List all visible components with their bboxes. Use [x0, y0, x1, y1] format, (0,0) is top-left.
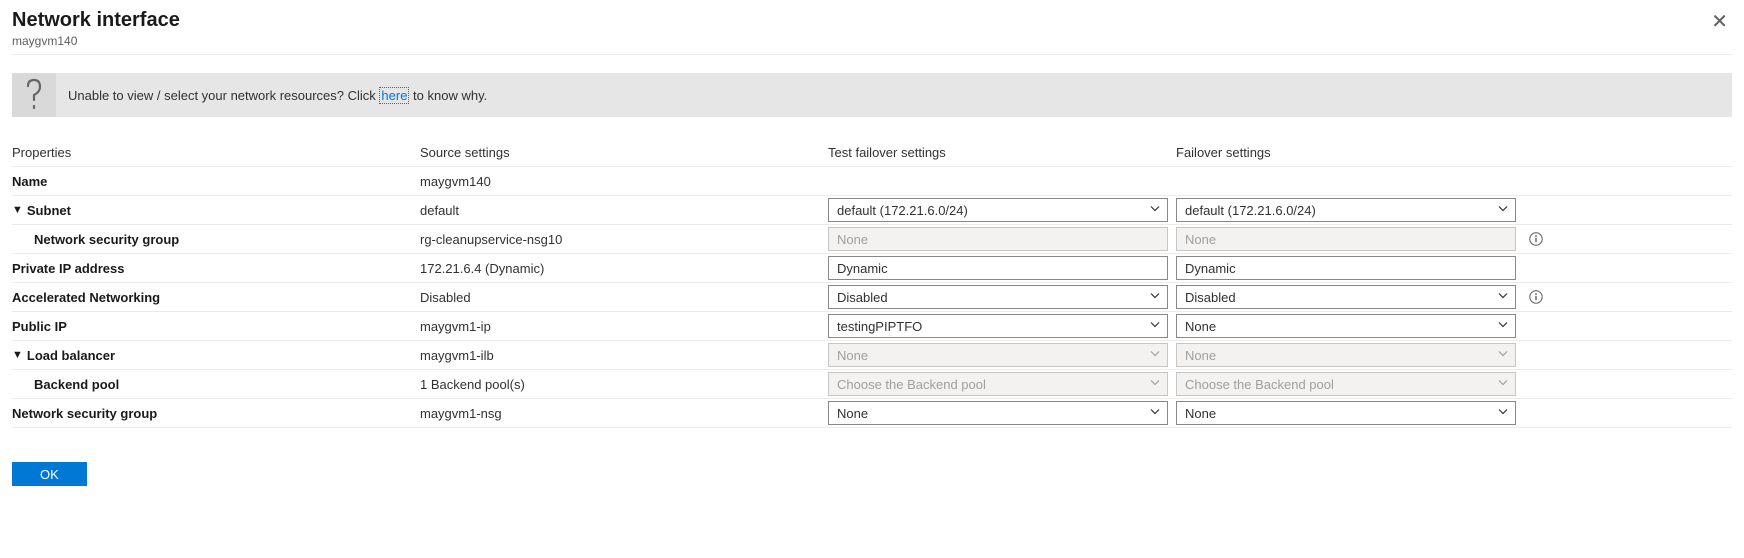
column-headers: Properties Source settings Test failover…	[12, 139, 1732, 166]
tfo-accel-select[interactable]: Disabled	[828, 285, 1168, 309]
fo-subnet-select[interactable]: default (172.21.6.0/24)	[1176, 198, 1516, 222]
row-name: Name maygvm140	[12, 166, 1732, 195]
row-backend-pool: Backend pool 1 Backend pool(s) Choose th…	[12, 369, 1732, 398]
info-icon[interactable]	[1524, 290, 1548, 304]
chevron-down-icon	[1497, 406, 1509, 421]
label-subnet[interactable]: ▼Subnet	[12, 203, 412, 218]
source-load-balancer: maygvm1-ilb	[420, 348, 820, 363]
chevron-down-icon	[1497, 203, 1509, 218]
source-public-ip: maygvm1-ip	[420, 319, 820, 334]
properties-grid: Properties Source settings Test failover…	[12, 139, 1732, 428]
label-subnet-nsg: Network security group	[12, 232, 412, 247]
blade-title: Network interface	[12, 8, 180, 32]
info-bar-text: Unable to view / select your network res…	[68, 88, 1732, 103]
col-source: Source settings	[420, 145, 820, 160]
fo-private-ip-input[interactable]: Dynamic	[1176, 256, 1516, 280]
label-public-ip: Public IP	[12, 319, 412, 334]
tfo-subnet-nsg-input: None	[828, 227, 1168, 251]
col-fo: Failover settings	[1176, 145, 1516, 160]
row-subnet-nsg: Network security group rg-cleanupservice…	[12, 224, 1732, 253]
fo-backend-pool-select: Choose the Backend pool	[1176, 372, 1516, 396]
close-button[interactable]: ✕	[1707, 8, 1732, 36]
question-icon	[12, 73, 56, 117]
label-accel: Accelerated Networking	[12, 290, 412, 305]
blade-subtitle: maygvm140	[12, 34, 180, 48]
chevron-down-icon	[1497, 348, 1509, 363]
row-accel: Accelerated Networking Disabled Disabled…	[12, 282, 1732, 311]
chevron-down-icon	[1149, 406, 1161, 421]
chevron-down-icon	[1497, 319, 1509, 334]
chevron-down-icon	[1497, 377, 1509, 392]
col-tfo: Test failover settings	[828, 145, 1168, 160]
source-backend-pool: 1 Backend pool(s)	[420, 377, 820, 392]
chevron-down-icon	[1149, 348, 1161, 363]
chevron-down-icon	[1149, 319, 1161, 334]
chevron-down-icon	[1497, 290, 1509, 305]
row-private-ip: Private IP address 172.21.6.4 (Dynamic) …	[12, 253, 1732, 282]
fo-public-ip-select[interactable]: None	[1176, 314, 1516, 338]
ok-button[interactable]: OK	[12, 462, 87, 486]
tfo-private-ip-input[interactable]: Dynamic	[828, 256, 1168, 280]
row-nsg: Network security group maygvm1-nsg None …	[12, 398, 1732, 428]
label-load-balancer[interactable]: ▼Load balancer	[12, 348, 412, 363]
label-name: Name	[12, 174, 412, 189]
tfo-lb-select: None	[828, 343, 1168, 367]
tfo-public-ip-select[interactable]: testingPIPTFO	[828, 314, 1168, 338]
source-subnet-nsg: rg-cleanupservice-nsg10	[420, 232, 820, 247]
chevron-down-icon	[1149, 290, 1161, 305]
info-bar-suffix: to know why.	[409, 88, 487, 103]
source-accel: Disabled	[420, 290, 820, 305]
chevron-down-icon	[1149, 377, 1161, 392]
info-bar: Unable to view / select your network res…	[12, 73, 1732, 117]
info-bar-link[interactable]: here	[379, 87, 409, 104]
info-bar-prefix: Unable to view / select your network res…	[68, 88, 379, 103]
row-subnet: ▼Subnet default default (172.21.6.0/24) …	[12, 195, 1732, 224]
label-nsg: Network security group	[12, 406, 412, 421]
fo-subnet-nsg-input: None	[1176, 227, 1516, 251]
source-nsg: maygvm1-nsg	[420, 406, 820, 421]
row-load-balancer: ▼Load balancer maygvm1-ilb None None	[12, 340, 1732, 369]
fo-lb-select: None	[1176, 343, 1516, 367]
tfo-nsg-select[interactable]: None	[828, 401, 1168, 425]
caret-down-icon: ▼	[12, 349, 23, 361]
source-name: maygvm140	[420, 174, 820, 189]
fo-nsg-select[interactable]: None	[1176, 401, 1516, 425]
tfo-subnet-select[interactable]: default (172.21.6.0/24)	[828, 198, 1168, 222]
blade-header: Network interface maygvm140 ✕	[12, 8, 1732, 55]
row-public-ip: Public IP maygvm1-ip testingPIPTFO None	[12, 311, 1732, 340]
info-icon[interactable]	[1524, 232, 1548, 246]
source-subnet: default	[420, 203, 820, 218]
source-private-ip: 172.21.6.4 (Dynamic)	[420, 261, 820, 276]
tfo-backend-pool-select: Choose the Backend pool	[828, 372, 1168, 396]
chevron-down-icon	[1149, 203, 1161, 218]
footer: OK	[12, 462, 1732, 486]
label-private-ip: Private IP address	[12, 261, 412, 276]
label-backend-pool: Backend pool	[12, 377, 412, 392]
caret-down-icon: ▼	[12, 204, 23, 216]
col-properties: Properties	[12, 145, 412, 160]
fo-accel-select[interactable]: Disabled	[1176, 285, 1516, 309]
